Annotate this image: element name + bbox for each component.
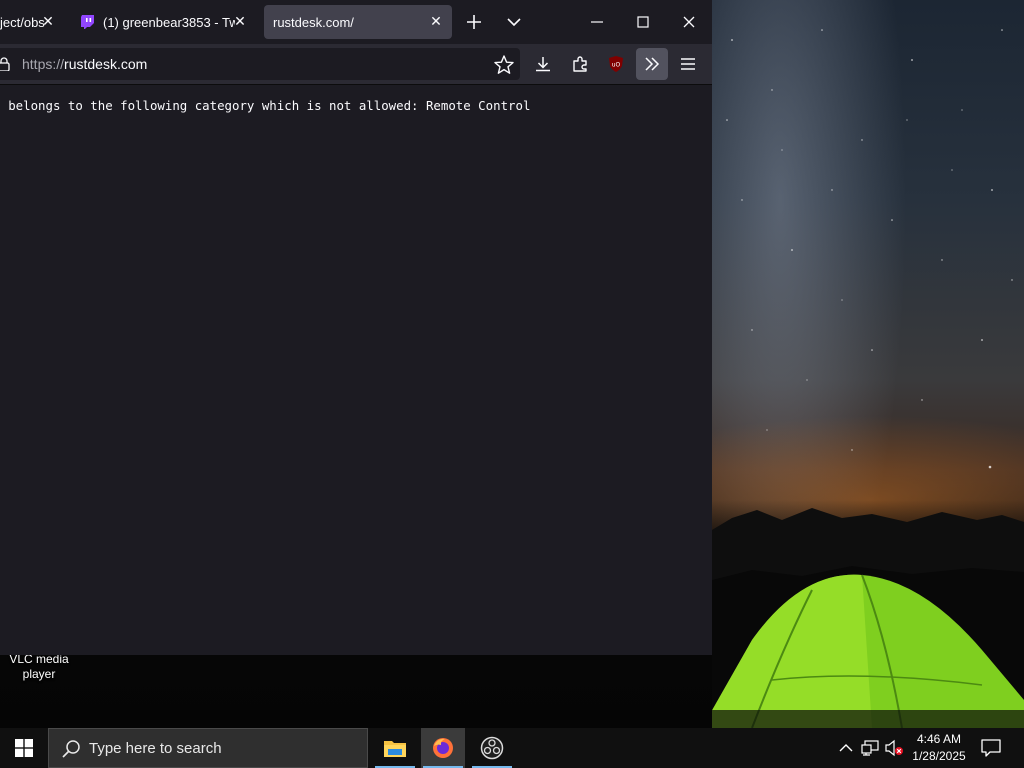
desktop-icon-vlc[interactable]: VLC media player — [0, 652, 78, 682]
tab-title: rustdesk.com/ — [273, 14, 354, 30]
tab-title: (1) greenbear3853 - Twitch — [103, 14, 235, 30]
browser-window: ject/obs ✕ (1) greenbear3853 - Twitch ✕ … — [0, 0, 712, 655]
navigation-toolbar: https://rustdesk.com uO — [0, 44, 712, 85]
extensions-icon[interactable] — [568, 52, 592, 76]
clock-time: 4:46 AM — [916, 732, 962, 746]
close-window-button[interactable] — [666, 0, 712, 44]
star-icon[interactable] — [493, 54, 515, 76]
close-icon[interactable]: ✕ — [232, 13, 248, 29]
tab-obs-project[interactable]: ject/obs ✕ — [0, 5, 64, 39]
start-button[interactable] — [0, 728, 48, 768]
chevron-down-icon — [507, 18, 521, 27]
tab-twitch[interactable]: (1) greenbear3853 - Twitch ✕ — [72, 5, 256, 39]
taskbar-app-file-explorer[interactable] — [373, 728, 417, 768]
url-text[interactable]: https://rustdesk.com — [22, 56, 147, 72]
volume-muted-icon[interactable] — [884, 738, 904, 758]
firefox-icon — [433, 738, 453, 758]
desktop-icon-label-line2: player — [22, 667, 56, 681]
page-content: use it belongs to the following category… — [0, 85, 712, 655]
minimize-icon — [591, 21, 603, 23]
starfield — [726, 29, 1013, 469]
overflow-menu-button[interactable] — [636, 48, 668, 80]
taskbar: Type here to search 4:46 AM 1/28/2025 — [0, 728, 1024, 768]
download-icon[interactable] — [531, 52, 555, 76]
clock-date: 1/28/2025 — [912, 749, 966, 763]
taskbar-search-box[interactable]: Type here to search — [48, 728, 368, 768]
blocked-message: use it belongs to the following category… — [0, 98, 531, 113]
taskbar-app-firefox[interactable] — [421, 728, 465, 768]
menu-icon[interactable] — [676, 52, 700, 76]
plus-icon — [467, 15, 481, 29]
url-host: rustdesk.com — [64, 56, 148, 72]
ublock-icon[interactable]: uO — [604, 52, 628, 76]
close-icon[interactable]: ✕ — [428, 13, 444, 29]
twitch-icon — [81, 15, 94, 29]
obs-icon — [480, 736, 504, 760]
system-clock[interactable]: 4:46 AM 1/28/2025 — [904, 731, 974, 765]
close-icon[interactable]: ✕ — [40, 13, 56, 29]
minimize-button[interactable] — [574, 0, 620, 44]
close-icon — [683, 16, 695, 28]
search-icon — [62, 740, 80, 758]
notification-icon[interactable] — [978, 736, 1004, 760]
tab-bar: ject/obs ✕ (1) greenbear3853 - Twitch ✕ … — [0, 0, 712, 44]
url-scheme: https:// — [22, 56, 65, 72]
new-tab-button[interactable] — [460, 8, 488, 36]
maximize-button[interactable] — [620, 0, 666, 44]
file-explorer-icon — [384, 741, 406, 757]
chevron-up-icon[interactable] — [836, 738, 856, 758]
windows-logo-icon — [15, 739, 33, 757]
glowing-tent — [712, 574, 1024, 728]
list-all-tabs-button[interactable] — [500, 8, 528, 36]
search-placeholder: Type here to search — [89, 740, 222, 757]
lock-icon[interactable] — [0, 57, 10, 71]
svg-text:uO: uO — [612, 62, 621, 69]
taskbar-app-obs[interactable] — [470, 728, 514, 768]
network-icon[interactable] — [860, 738, 880, 758]
double-chevron-right-icon — [645, 57, 660, 71]
tab-rustdesk[interactable]: rustdesk.com/ ✕ — [264, 5, 452, 39]
tab-title: ject/obs — [0, 14, 45, 30]
url-bar[interactable]: https://rustdesk.com — [0, 48, 520, 80]
maximize-icon — [637, 16, 649, 28]
